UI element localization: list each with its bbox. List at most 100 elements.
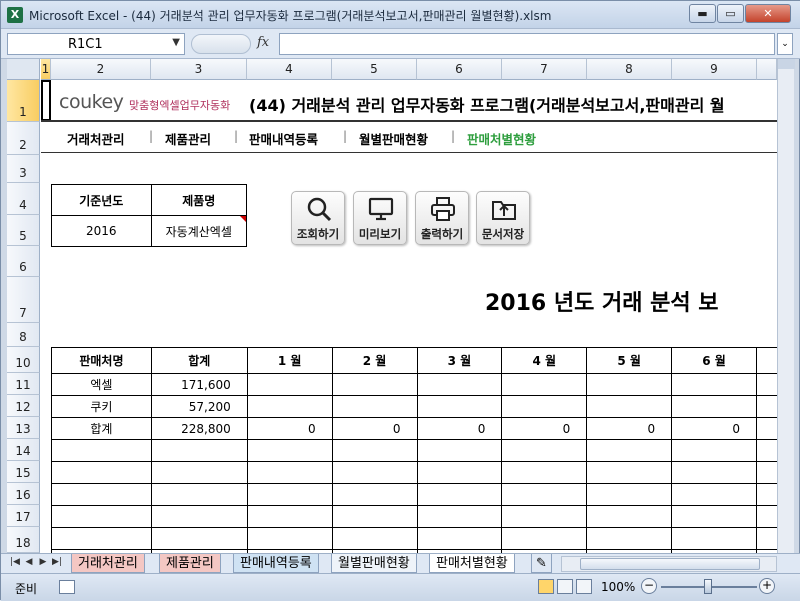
table-cell[interactable] [331, 505, 418, 528]
horizontal-scroll-thumb[interactable] [580, 558, 760, 570]
nav-link-products[interactable]: 제품관리 [165, 129, 211, 148]
name-box[interactable]: R1C1 ▼ [7, 33, 185, 55]
search-button[interactable]: 조회하기 [291, 191, 345, 245]
month-cell[interactable] [671, 373, 758, 396]
nav-link-clients[interactable]: 거래처관리 [67, 129, 125, 148]
sheet-tab-clients[interactable]: 거래처관리 [71, 554, 145, 573]
nav-link-sales-entry[interactable]: 판매내역등록 [249, 129, 318, 148]
month-cell[interactable]: 0 [416, 417, 503, 440]
table-cell[interactable] [586, 483, 673, 506]
row-header[interactable]: 12 [7, 395, 40, 417]
table-cell[interactable] [150, 439, 248, 462]
maximize-button[interactable]: ▭ [717, 4, 744, 23]
next-sheet-icon[interactable]: ▶ [37, 557, 49, 571]
month-cell[interactable] [416, 373, 503, 396]
table-cell[interactable] [51, 439, 152, 462]
save-document-button[interactable]: 문서저장 [476, 191, 530, 245]
vendor-cell[interactable]: 합계 [51, 417, 152, 440]
row-header[interactable]: 17 [7, 505, 40, 527]
row-header[interactable]: 14 [7, 439, 40, 461]
table-cell[interactable] [150, 527, 248, 550]
table-cell[interactable] [671, 505, 758, 528]
column-header[interactable]: 3 [151, 59, 247, 80]
table-cell[interactable] [51, 461, 152, 484]
year-value[interactable]: 2016 [51, 215, 152, 247]
column-header[interactable]: 8 [587, 59, 672, 80]
preview-button[interactable]: 미리보기 [353, 191, 407, 245]
table-cell[interactable] [416, 461, 503, 484]
select-all-button[interactable] [7, 59, 40, 80]
normal-view-icon[interactable] [538, 579, 554, 594]
row-header[interactable]: 8 [7, 323, 40, 347]
last-sheet-icon[interactable]: ▶| [51, 557, 63, 571]
vertical-scrollbar[interactable] [777, 59, 795, 553]
month-cell[interactable] [501, 395, 588, 418]
column-header[interactable]: 5 [332, 59, 417, 80]
table-cell[interactable] [331, 439, 418, 462]
month-cell[interactable]: 0 [246, 417, 333, 440]
table-cell[interactable] [501, 461, 588, 484]
month-cell[interactable] [416, 395, 503, 418]
minimize-button[interactable]: ▬ [689, 4, 716, 23]
table-cell[interactable] [586, 505, 673, 528]
month-cell[interactable] [501, 373, 588, 396]
formula-input[interactable] [279, 33, 775, 55]
table-cell[interactable] [51, 527, 152, 550]
table-cell[interactable] [416, 505, 503, 528]
insert-sheet-icon[interactable]: ✎ [531, 554, 552, 573]
column-header[interactable]: 2 [51, 59, 151, 80]
table-cell[interactable] [246, 461, 333, 484]
column-header[interactable]: 6 [417, 59, 502, 80]
table-cell[interactable] [331, 483, 418, 506]
total-cell[interactable]: 228,800 [150, 417, 248, 440]
table-cell[interactable] [586, 439, 673, 462]
month-cell[interactable] [586, 373, 673, 396]
table-cell[interactable] [586, 527, 673, 550]
expand-formula-icon[interactable]: ⌄ [777, 33, 793, 55]
split-handle[interactable] [778, 59, 795, 69]
row-header[interactable]: 2 [7, 122, 40, 155]
column-header[interactable]: 9 [672, 59, 757, 80]
total-cell[interactable]: 57,200 [150, 395, 248, 418]
row-header[interactable]: 11 [7, 373, 40, 395]
table-cell[interactable] [756, 527, 777, 550]
row-header[interactable]: 15 [7, 461, 40, 483]
zoom-level[interactable]: 100% [601, 580, 635, 594]
table-cell[interactable] [246, 527, 333, 550]
excel-app-icon[interactable]: X [7, 7, 23, 23]
table-cell[interactable] [586, 461, 673, 484]
macro-record-icon[interactable] [59, 580, 75, 594]
first-sheet-icon[interactable]: |◀ [9, 557, 21, 571]
page-break-view-icon[interactable] [576, 579, 592, 594]
table-cell[interactable] [671, 461, 758, 484]
month-cell[interactable] [331, 395, 418, 418]
sheet-tab-sales-entry[interactable]: 판매내역등록 [233, 554, 319, 573]
table-cell[interactable] [756, 347, 777, 374]
formula-buttons[interactable] [191, 34, 251, 54]
month-cell[interactable] [586, 395, 673, 418]
month-cell[interactable]: 0 [671, 417, 758, 440]
column-header-partial[interactable] [757, 59, 777, 80]
nav-link-monthly-sales[interactable]: 월별판매현황 [359, 129, 428, 148]
table-cell[interactable] [671, 483, 758, 506]
row-header[interactable]: 10 [7, 347, 40, 373]
print-button[interactable]: 출력하기 [415, 191, 469, 245]
month-cell[interactable]: 0 [501, 417, 588, 440]
table-cell[interactable] [416, 439, 503, 462]
month-cell[interactable] [246, 373, 333, 396]
table-cell[interactable] [416, 527, 503, 550]
chevron-down-icon[interactable]: ▼ [172, 37, 180, 48]
worksheet-grid[interactable]: 1 2 3 4 5 6 7 8 9 1 2 3 4 5 6 7 8 10 11 … [7, 59, 777, 553]
vendor-cell[interactable]: 엑셀 [51, 373, 152, 396]
month-cell[interactable] [671, 395, 758, 418]
zoom-slider-thumb[interactable] [704, 579, 712, 594]
table-cell[interactable] [150, 483, 248, 506]
vendor-cell[interactable]: 쿠키 [51, 395, 152, 418]
table-cell[interactable] [501, 439, 588, 462]
sheet-tab-products[interactable]: 제품관리 [159, 554, 221, 573]
table-cell[interactable] [501, 505, 588, 528]
table-cell[interactable] [331, 461, 418, 484]
horizontal-scrollbar[interactable] [561, 556, 777, 572]
table-cell[interactable] [756, 439, 777, 462]
nav-link-by-vendor[interactable]: 판매처별현황 [467, 129, 536, 148]
